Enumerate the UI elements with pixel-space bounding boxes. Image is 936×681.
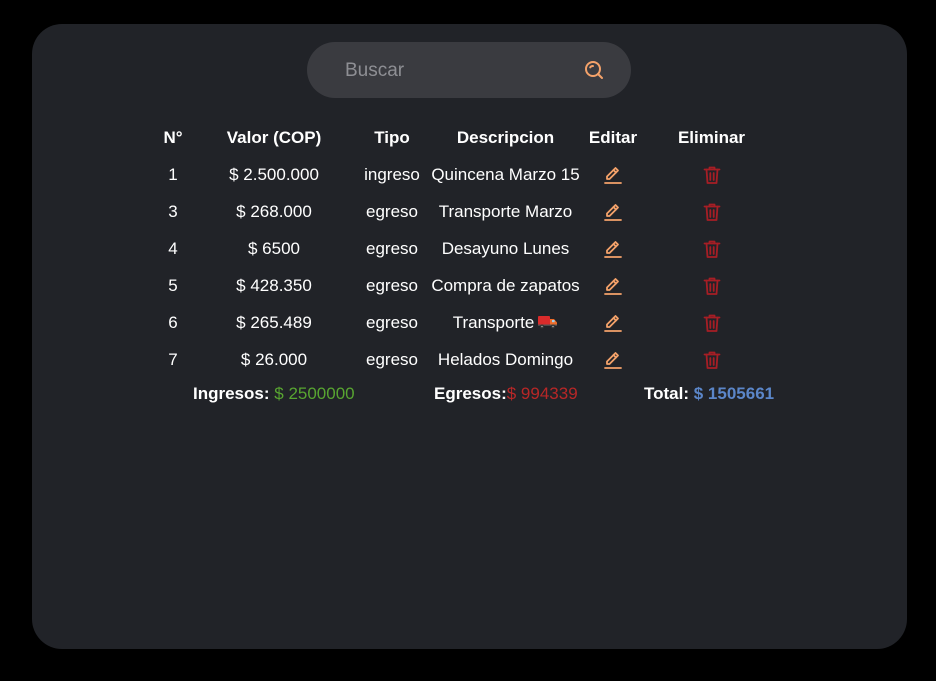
- cell-num: 3: [168, 201, 178, 221]
- pencil-icon: [604, 166, 622, 184]
- header-tipo: Tipo: [374, 128, 410, 147]
- delete-button[interactable]: [702, 239, 722, 259]
- cell-tipo: egreso: [366, 349, 418, 369]
- total-value: $ 1505661: [693, 384, 775, 403]
- cell-valor: $ 265.489: [236, 312, 312, 332]
- cell-edit: [583, 230, 643, 267]
- cell-delete: [643, 193, 780, 230]
- cell-edit: [583, 156, 643, 193]
- ingresos-value: $ 2500000: [274, 384, 355, 403]
- edit-button[interactable]: [603, 239, 623, 259]
- trash-icon: [703, 351, 720, 369]
- cell-descripcion: Desayuno Lunes: [441, 238, 570, 258]
- cell-delete: [643, 230, 780, 267]
- table-row: 7 $ 26.000 egreso Helados Domingo: [154, 341, 780, 378]
- totals-bar: Ingresos: $ 2500000 Egresos:$ 994339 Tot…: [32, 384, 907, 406]
- cell-num: 1: [168, 164, 178, 184]
- edit-button[interactable]: [603, 276, 623, 296]
- pencil-icon: [604, 351, 622, 369]
- header-eliminar: Eliminar: [677, 128, 746, 147]
- cell-delete: [643, 304, 780, 341]
- cell-delete: [643, 341, 780, 378]
- cell-tipo: egreso: [366, 312, 418, 332]
- cell-num: 7: [168, 349, 178, 369]
- table-row: 1 $ 2.500.000 ingreso Quincena Marzo 15: [154, 156, 780, 193]
- trash-icon: [703, 240, 720, 258]
- header-editar: Editar: [588, 128, 638, 147]
- cell-num: 4: [168, 238, 178, 258]
- cell-valor: $ 268.000: [236, 201, 312, 221]
- truck-icon: [538, 315, 558, 328]
- cell-edit: [583, 304, 643, 341]
- cell-edit: [583, 193, 643, 230]
- cell-descripcion-text: Transporte: [452, 312, 535, 332]
- delete-button[interactable]: [702, 313, 722, 333]
- table-header-row: N° Valor (COP) Tipo Descripcion Editar E…: [154, 120, 780, 156]
- delete-button[interactable]: [702, 350, 722, 370]
- cell-descripcion: Transporte: [428, 304, 583, 341]
- records-table: N° Valor (COP) Tipo Descripcion Editar E…: [154, 120, 780, 378]
- cell-tipo: egreso: [366, 238, 418, 258]
- cell-descripcion: Transporte Marzo: [438, 201, 573, 221]
- pencil-icon: [604, 240, 622, 258]
- cell-delete: [643, 267, 780, 304]
- egresos-summary: Egresos:$ 994339: [434, 384, 578, 404]
- pencil-icon: [604, 277, 622, 295]
- search-input[interactable]: [343, 56, 567, 86]
- edit-button[interactable]: [603, 202, 623, 222]
- pencil-icon: [604, 203, 622, 221]
- egresos-label: Egresos:: [434, 384, 507, 403]
- cell-descripcion: Quincena Marzo 15: [431, 164, 580, 184]
- delete-button[interactable]: [702, 165, 722, 185]
- table-row: 6 $ 265.489 egreso Transporte: [154, 304, 780, 341]
- cell-valor: $ 6500: [248, 238, 300, 258]
- cell-tipo: egreso: [366, 201, 418, 221]
- cell-edit: [583, 267, 643, 304]
- cell-descripcion: Compra de zapatos: [431, 275, 580, 295]
- search-bar: [307, 42, 631, 98]
- trash-icon: [703, 166, 720, 184]
- cell-descripcion: Helados Domingo: [437, 349, 574, 369]
- delete-button[interactable]: [702, 202, 722, 222]
- cell-valor: $ 26.000: [240, 349, 308, 369]
- egresos-value: $ 994339: [506, 384, 578, 403]
- search-button[interactable]: [582, 58, 606, 82]
- cell-tipo: egreso: [366, 275, 418, 295]
- main-panel: N° Valor (COP) Tipo Descripcion Editar E…: [32, 24, 907, 649]
- ingresos-summary: Ingresos: $ 2500000: [193, 384, 355, 404]
- edit-button[interactable]: [603, 350, 623, 370]
- trash-icon: [703, 277, 720, 295]
- edit-button[interactable]: [603, 313, 623, 333]
- header-valor: Valor (COP): [226, 128, 322, 147]
- delete-button[interactable]: [702, 276, 722, 296]
- total-summary: Total: $ 1505661: [644, 384, 774, 404]
- header-descripcion: Descripcion: [456, 128, 555, 147]
- pencil-icon: [604, 314, 622, 332]
- cell-valor: $ 428.350: [236, 275, 312, 295]
- search-icon: [585, 61, 603, 79]
- trash-icon: [703, 203, 720, 221]
- ingresos-label: Ingresos:: [193, 384, 270, 403]
- cell-tipo: ingreso: [364, 164, 420, 184]
- cell-edit: [583, 341, 643, 378]
- cell-num: 6: [168, 312, 178, 332]
- cell-num: 5: [168, 275, 178, 295]
- cell-delete: [643, 156, 780, 193]
- header-num: N°: [163, 128, 183, 147]
- table-row: 5 $ 428.350 egreso Compra de zapatos: [154, 267, 780, 304]
- trash-icon: [703, 314, 720, 332]
- cell-valor: $ 2.500.000: [229, 164, 319, 184]
- edit-button[interactable]: [603, 165, 623, 185]
- total-label: Total:: [644, 384, 690, 403]
- table-row: 3 $ 268.000 egreso Transporte Marzo: [154, 193, 780, 230]
- table-row: 4 $ 6500 egreso Desayuno Lunes: [154, 230, 780, 267]
